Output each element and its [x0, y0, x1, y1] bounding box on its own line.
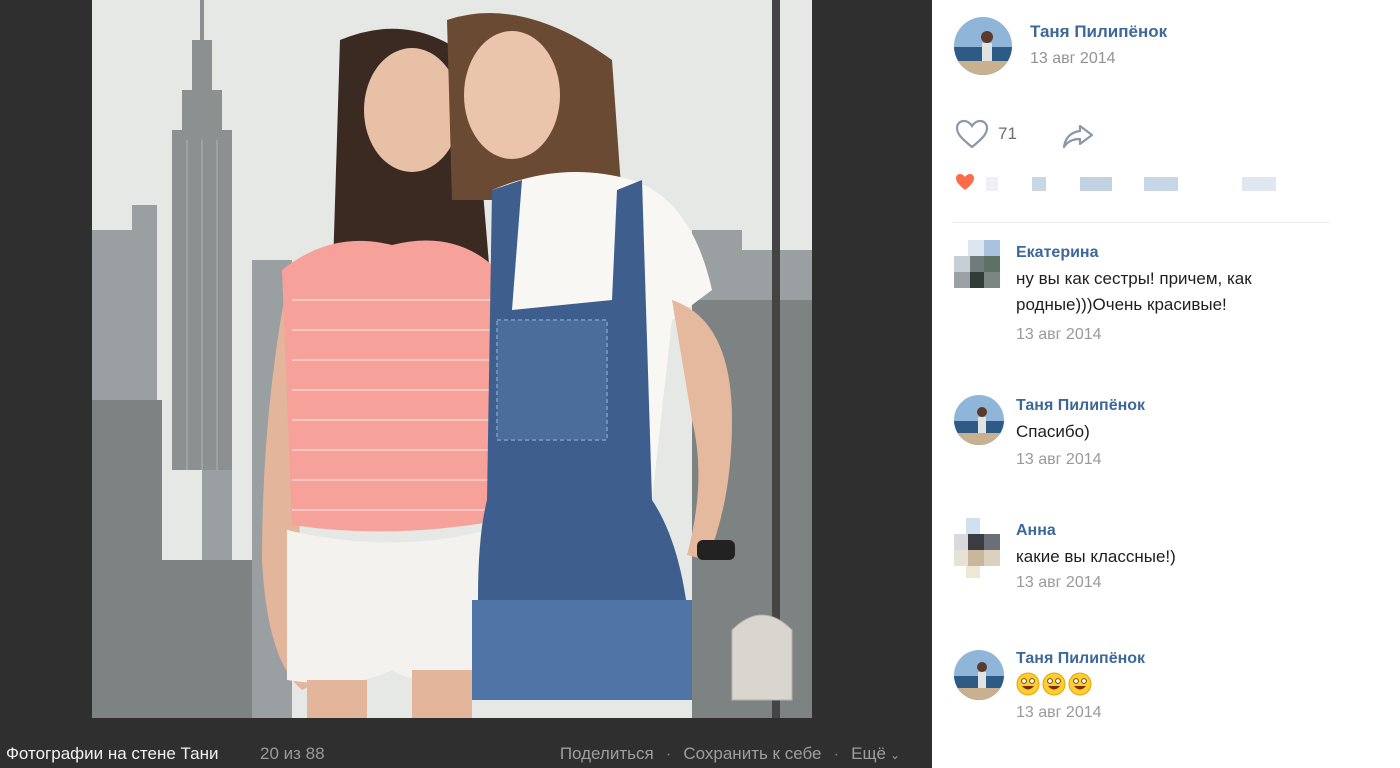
commenter-avatar[interactable] — [954, 395, 1004, 445]
liker-avatar[interactable] — [986, 177, 998, 191]
more-label: Ещё — [851, 744, 886, 763]
comment-item: Екатерина ну вы как сестры! причем, как … — [954, 240, 1384, 360]
comment-text: ну вы как сестры! причем, как родные)))О… — [1016, 269, 1252, 314]
grinning-face-icon — [1042, 672, 1066, 696]
comment-date[interactable]: 13 авг 2014 — [1016, 326, 1102, 344]
save-to-self-button[interactable]: Сохранить к себе — [683, 744, 821, 764]
heart-outline-icon — [955, 119, 989, 149]
comment-author[interactable]: Екатерина — [1016, 244, 1098, 262]
liker-avatar[interactable] — [1032, 177, 1046, 191]
likers-strip[interactable] — [954, 172, 976, 192]
photo-viewer: Фотографии на стене Тани 20 из 88 Подели… — [0, 0, 932, 768]
viewer-actions: Поделиться · Сохранить к себе · Ещё ⌄ — [560, 744, 900, 764]
grinning-face-icon — [1068, 672, 1092, 696]
comment-author[interactable]: Анна — [1016, 522, 1056, 540]
comment-author[interactable]: Таня Пилипёнок — [1016, 397, 1145, 415]
author-name[interactable]: Таня Пилипёнок — [1030, 22, 1167, 42]
viewer-bottom-bar: Фотографии на стене Тани 20 из 88 Подели… — [0, 738, 932, 768]
more-button[interactable]: Ещё ⌄ — [851, 744, 900, 764]
album-title[interactable]: Фотографии на стене Тани — [6, 744, 219, 764]
comment-item: Таня Пилипёнок 13 авг 2014 — [954, 648, 1384, 768]
separator-dot: · — [665, 744, 672, 763]
like-count: 71 — [998, 124, 1017, 143]
heart-filled-icon — [956, 174, 974, 190]
comment-date[interactable]: 13 авг 2014 — [1016, 451, 1102, 469]
photo-info-panel: Таня Пилипёнок 13 авг 2014 71 Екатерина … — [932, 0, 1400, 768]
commenter-avatar[interactable] — [954, 518, 1004, 578]
photo-illustration — [92, 0, 812, 718]
comment-date[interactable]: 13 авг 2014 — [1016, 704, 1102, 722]
liker-avatar[interactable] — [1080, 177, 1112, 191]
commenter-avatar[interactable] — [954, 650, 1004, 700]
liker-avatar[interactable] — [1144, 177, 1178, 191]
post-date[interactable]: 13 авг 2014 — [1030, 50, 1116, 68]
comment-author[interactable]: Таня Пилипёнок — [1016, 650, 1145, 668]
comment-item: Анна какие вы классные!) 13 авг 2014 — [954, 518, 1384, 608]
comment-emojis — [1016, 672, 1346, 696]
share-arrow-icon[interactable] — [1060, 120, 1096, 152]
liker-avatar[interactable] — [1242, 177, 1276, 191]
divider — [952, 222, 1330, 223]
comment-text: какие вы классные!) — [1016, 547, 1176, 566]
like-button[interactable]: 71 — [954, 118, 1017, 150]
grinning-face-icon — [1016, 672, 1040, 696]
share-button[interactable]: Поделиться — [560, 744, 654, 764]
author-avatar[interactable] — [954, 17, 1012, 75]
chevron-down-icon: ⌄ — [889, 748, 900, 762]
comment-text: Спасибо) — [1016, 422, 1090, 441]
main-photo[interactable] — [92, 0, 812, 718]
comment-date[interactable]: 13 авг 2014 — [1016, 574, 1102, 592]
commenter-avatar[interactable] — [954, 240, 1004, 290]
separator-dot: · — [833, 744, 840, 763]
photo-counter: 20 из 88 — [260, 744, 325, 763]
comment-item: Таня Пилипёнок Спасибо) 13 авг 2014 — [954, 395, 1384, 485]
